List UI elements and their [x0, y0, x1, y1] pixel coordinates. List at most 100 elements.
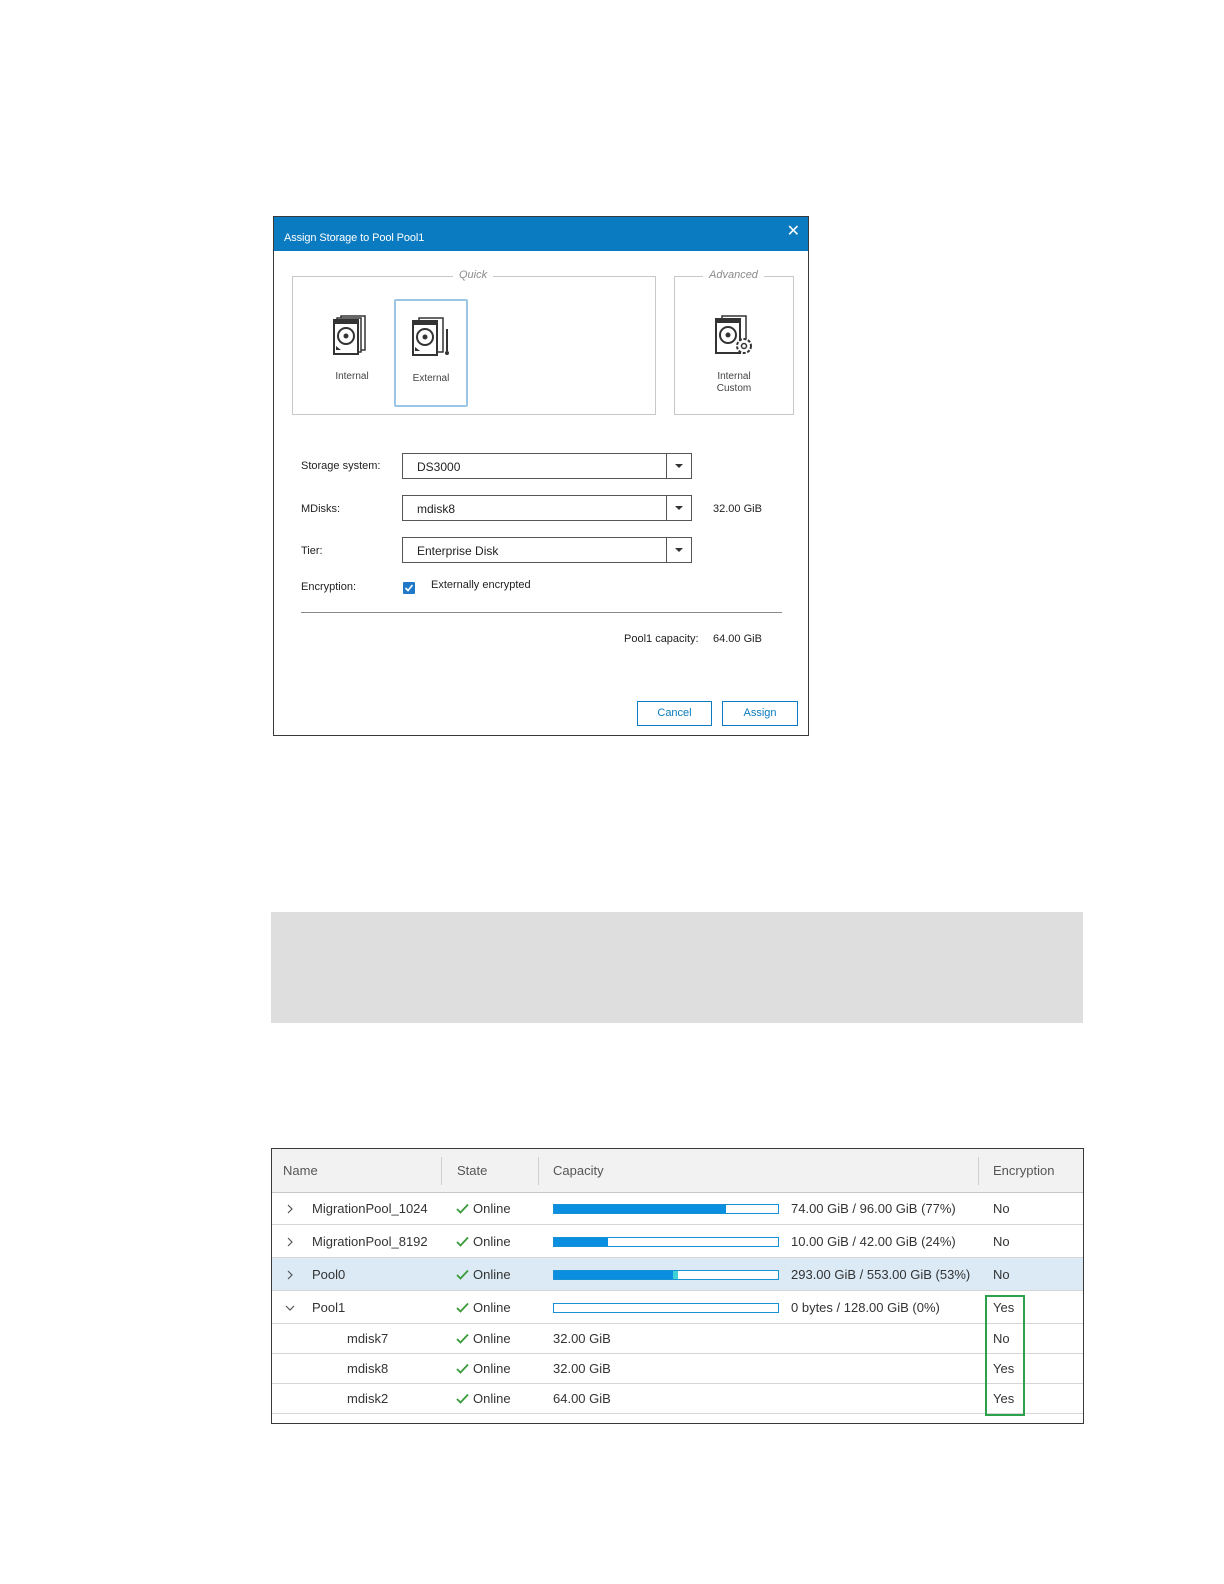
column-divider[interactable] [441, 1157, 442, 1185]
storage-system-select[interactable]: DS3000 [402, 453, 692, 479]
pool-capacity-value: 64.00 GiB [713, 633, 762, 645]
chevron-down-icon[interactable] [285, 1303, 295, 1313]
row-capacity: 0 bytes / 128.00 GiB (0%) [791, 1300, 940, 1315]
row-name[interactable]: MigrationPool_1024 [312, 1201, 428, 1216]
chevron-down-icon[interactable] [666, 538, 691, 562]
chevron-right-icon[interactable] [285, 1237, 295, 1247]
chevron-right-icon[interactable] [285, 1204, 295, 1214]
row-state: Online [473, 1201, 511, 1216]
external-storage-icon [412, 317, 449, 356]
dialog-title: Assign Storage to Pool Pool1 [284, 232, 425, 244]
row-name[interactable]: mdisk2 [347, 1391, 388, 1406]
capacity-bar-fill [554, 1238, 608, 1246]
tile-internal-label: Internal [335, 371, 369, 382]
row-state: Online [473, 1300, 511, 1315]
column-header-capacity[interactable]: Capacity [553, 1149, 604, 1192]
online-check-icon [456, 1269, 469, 1280]
dialog-header: Assign Storage to Pool Pool1 ✕ [274, 217, 808, 251]
row-state: Online [473, 1361, 511, 1376]
row-capacity: 32.00 GiB [553, 1331, 611, 1346]
tile-internal-custom[interactable]: Internal Custom [697, 299, 771, 407]
capacity-bar [553, 1270, 779, 1280]
row-state: Online [473, 1234, 511, 1249]
online-check-icon [456, 1203, 469, 1214]
tile-internal-custom-line2: Custom [716, 383, 752, 394]
tile-external-label: External [412, 373, 450, 384]
internal-storage-icon [333, 315, 366, 355]
row-name[interactable]: Pool0 [312, 1267, 345, 1282]
mdisks-size: 32.00 GiB [713, 503, 762, 515]
mdisks-select[interactable]: mdisk8 [402, 495, 692, 521]
assign-button[interactable]: Assign [722, 701, 798, 726]
tier-label: Tier: [301, 545, 323, 557]
tier-select[interactable]: Enterprise Disk [402, 537, 692, 563]
chevron-down-icon[interactable] [666, 454, 691, 478]
capacity-bar-marker [672, 1271, 678, 1279]
table-header: Name State Capacity Encryption [272, 1149, 1083, 1193]
row-state: Online [473, 1267, 511, 1282]
capacity-bar-fill [554, 1205, 727, 1213]
online-check-icon [456, 1302, 469, 1313]
checkmark-icon [404, 584, 414, 592]
tile-internal-custom-label: Internal Custom [697, 371, 771, 395]
capacity-bar [553, 1237, 779, 1247]
row-capacity: 10.00 GiB / 42.00 GiB (24%) [791, 1234, 956, 1249]
table-row[interactable]: MigrationPool_8192 Online 10.00 GiB / 42.0… [272, 1225, 1083, 1258]
quick-group: Quick Internal External [292, 269, 656, 415]
advanced-legend: Advanced [703, 269, 764, 281]
chevron-right-icon[interactable] [285, 1270, 295, 1280]
advanced-group: Advanced Internal Custom [674, 269, 794, 415]
close-icon[interactable]: ✕ [787, 223, 800, 241]
table-row[interactable]: mdisk2 Online 64.00 GiB Yes [272, 1384, 1083, 1414]
grey-note-box [271, 912, 1083, 1023]
online-check-icon [456, 1236, 469, 1247]
row-capacity: 64.00 GiB [553, 1391, 611, 1406]
row-capacity: 293.00 GiB / 553.00 GiB (53%) [791, 1267, 971, 1282]
storage-system-value: DS3000 [417, 460, 461, 474]
pools-table: Name State Capacity Encryption Migration… [271, 1148, 1084, 1424]
row-capacity: 74.00 GiB / 96.00 GiB (77%) [791, 1201, 956, 1216]
externally-encrypted-checkbox[interactable] [403, 582, 415, 594]
column-divider[interactable] [978, 1157, 979, 1185]
tier-value: Enterprise Disk [417, 544, 499, 558]
row-encryption: No [993, 1201, 1010, 1216]
column-header-state[interactable]: State [457, 1149, 487, 1192]
mdisks-value: mdisk8 [417, 502, 456, 516]
storage-system-label: Storage system: [301, 460, 381, 472]
row-capacity: 32.00 GiB [553, 1361, 611, 1376]
column-divider[interactable] [538, 1157, 539, 1185]
row-name[interactable]: mdisk7 [347, 1331, 388, 1346]
encryption-highlight-box [985, 1295, 1025, 1416]
pool-capacity-label: Pool1 capacity: [624, 633, 699, 645]
tile-internal[interactable]: Internal [315, 299, 389, 407]
assign-storage-dialog: Assign Storage to Pool Pool1 ✕ Quick Int… [273, 216, 809, 736]
capacity-bar-fill [554, 1271, 673, 1279]
encryption-label: Encryption: [301, 581, 357, 593]
internal-custom-icon [715, 315, 752, 354]
externally-encrypted-label[interactable]: Externally encrypted [431, 579, 531, 591]
cancel-button[interactable]: Cancel [637, 701, 712, 726]
table-row[interactable]: mdisk8 Online 32.00 GiB Yes [272, 1354, 1083, 1384]
table-row[interactable]: mdisk7 Online 32.00 GiB No [272, 1324, 1083, 1354]
table-row[interactable]: Pool0 Online 293.00 GiB / 553.00 GiB (53%)… [272, 1258, 1083, 1291]
mdisks-label: MDisks: [301, 503, 341, 515]
row-name[interactable]: MigrationPool_8192 [312, 1234, 428, 1249]
capacity-bar [553, 1204, 779, 1214]
capacity-bar [553, 1303, 779, 1313]
quick-legend: Quick [453, 269, 494, 281]
column-header-name[interactable]: Name [283, 1149, 318, 1192]
row-state: Online [473, 1391, 511, 1406]
row-name[interactable]: Pool1 [312, 1300, 345, 1315]
table-row[interactable]: MigrationPool_1024 Online 74.00 GiB / 96.0… [272, 1192, 1083, 1225]
online-check-icon [456, 1333, 469, 1344]
tile-external[interactable]: External [394, 299, 468, 407]
chevron-down-icon[interactable] [666, 496, 691, 520]
table-row[interactable]: Pool1 Online 0 bytes / 128.00 GiB (0%) Yes [272, 1291, 1083, 1324]
form-divider [301, 612, 782, 613]
tile-internal-custom-line1: Internal [717, 371, 751, 382]
row-encryption: No [993, 1267, 1010, 1282]
column-header-encryption[interactable]: Encryption [993, 1149, 1054, 1192]
online-check-icon [456, 1363, 469, 1374]
row-encryption: No [993, 1234, 1010, 1249]
row-name[interactable]: mdisk8 [347, 1361, 388, 1376]
